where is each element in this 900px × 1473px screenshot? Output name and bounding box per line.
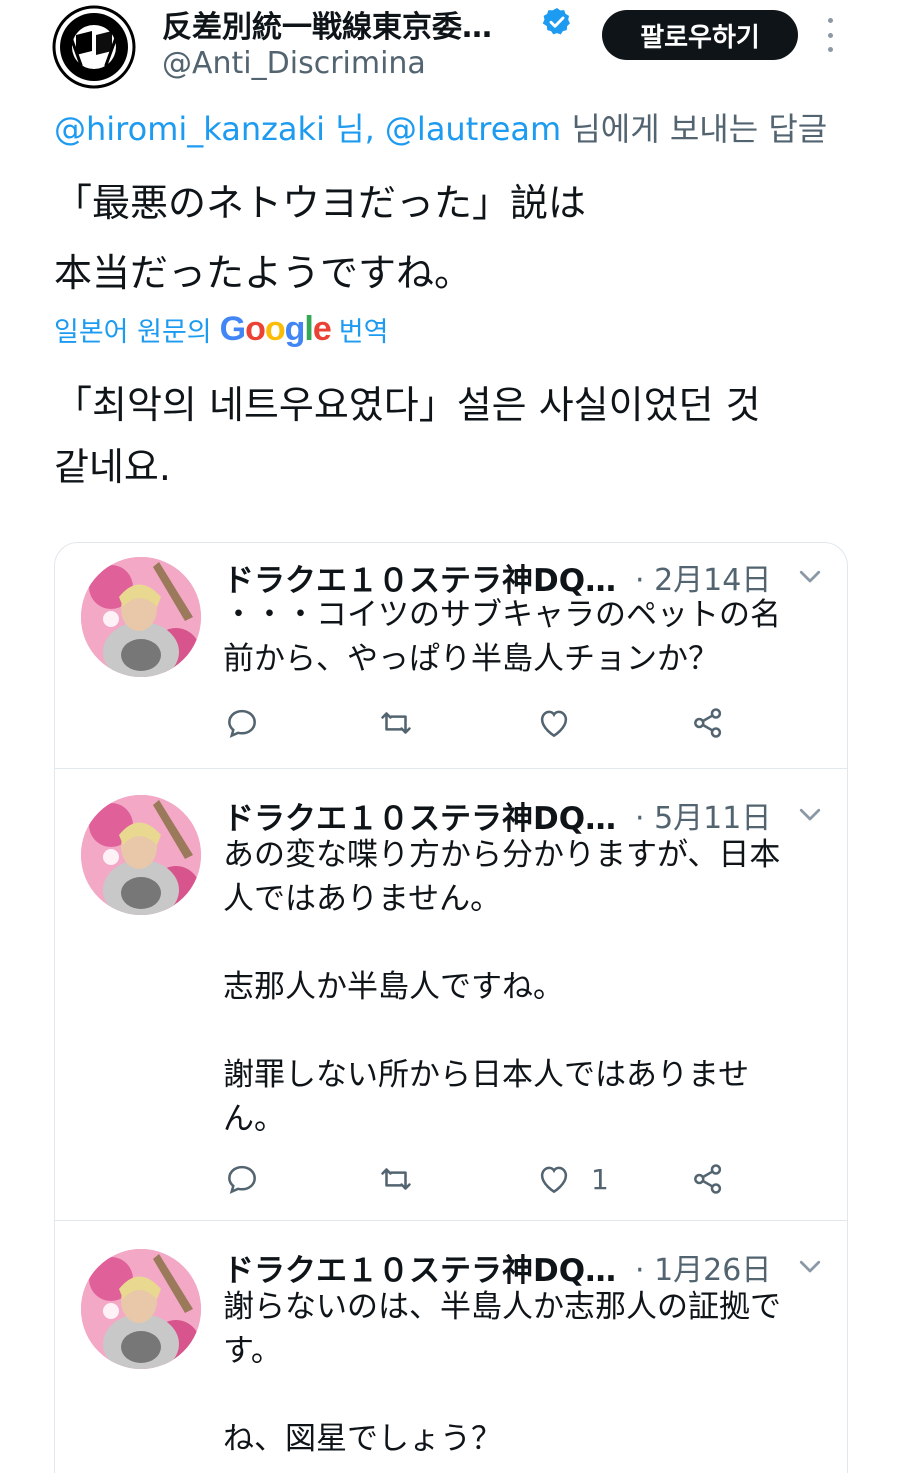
translated-line: 같네요. <box>54 445 171 489</box>
retweet-button[interactable] <box>377 1159 415 1199</box>
translated-body: 「최악의 네트우요였다」설은 사실이었던 것 같네요. <box>54 374 761 498</box>
translation-suffix: 번역 <box>338 317 389 348</box>
quoted-line: 謝罪しない所から日本人ではありませ <box>223 1057 750 1093</box>
like-icon <box>540 710 568 738</box>
like-button[interactable]: 1 <box>535 1159 609 1199</box>
reply-separator: 님, <box>324 110 385 148</box>
share-icon <box>694 1164 722 1194</box>
retweet-button[interactable] <box>377 703 415 743</box>
avatar[interactable] <box>81 557 201 677</box>
mention-link[interactable]: @lautream <box>385 110 561 148</box>
character-avatar-image <box>81 795 201 915</box>
antifa-flag-icon <box>52 5 136 89</box>
reply-icon <box>228 709 256 738</box>
quoted-line: 志那人か半島人ですね。 <box>223 969 564 1005</box>
action-bar <box>223 703 783 743</box>
reply-button[interactable] <box>223 703 261 743</box>
quoted-tweets-card: ドラクエ１０ステラ神DQ… · 2月14日 ・・・コイツのサブキャラのペットの名… <box>54 542 848 1473</box>
profile-avatar[interactable] <box>52 5 136 89</box>
avatar[interactable] <box>81 1249 201 1369</box>
retweet-icon <box>381 712 411 734</box>
quoted-tweet[interactable]: ドラクエ１０ステラ神DQ… · 1月26日 謝らないのは、半島人か志那人の証拠で… <box>55 1220 847 1473</box>
tweet-header: 反差別統一戦線東京委… @Anti_Discrimina 팔로우하기 <box>0 0 900 90</box>
chevron-down-icon[interactable] <box>795 1251 825 1281</box>
share-button[interactable] <box>689 1159 727 1199</box>
reply-button[interactable] <box>223 1159 261 1199</box>
like-icon <box>540 1166 568 1194</box>
avatar[interactable] <box>81 795 201 915</box>
quoted-author-name[interactable]: ドラクエ１０ステラ神DQ… <box>223 793 616 838</box>
quoted-line: 謝らないのは、半島人か志那人の証拠で <box>223 1289 781 1325</box>
translated-line: 「최악의 네트우요였다」설은 사실이었던 것 <box>54 383 761 427</box>
character-avatar-image <box>81 1249 201 1369</box>
quoted-text: あの変な喋り方から分かりますが、日本 人ではありません。 志那人か半島人ですね。… <box>223 833 823 1141</box>
quoted-line: あの変な喋り方から分かりますが、日本 <box>223 837 781 873</box>
display-name[interactable]: 反差別統一戦線東京委… <box>162 2 492 46</box>
quoted-line: す。 <box>223 1333 282 1369</box>
chevron-down-icon[interactable] <box>795 561 825 591</box>
quoted-line: 前から、やっぱり半島人チョンか？ <box>223 641 719 677</box>
retweet-icon <box>381 1168 411 1190</box>
follow-button[interactable]: 팔로우하기 <box>602 10 798 60</box>
character-avatar-image <box>81 557 201 677</box>
mention-link[interactable]: @hiromi_kanzaki <box>54 110 325 148</box>
quoted-line: ね、図星でしょう？ <box>223 1421 502 1457</box>
quoted-text: ・・・コイツのサブキャラのペットの名 前から、やっぱり半島人チョンか？ <box>223 593 823 681</box>
share-icon <box>694 708 722 738</box>
reply-context: @hiromi_kanzaki 님, @lautream 님에게 보내는 답글 <box>54 104 827 150</box>
reply-suffix: 님에게 보내는 답글 <box>561 110 828 148</box>
translation-attribution[interactable]: 일본어 원문의 Google 번역 <box>54 310 388 349</box>
quoted-date[interactable]: · 5月11日 <box>635 793 771 837</box>
quoted-date[interactable]: · 1月26日 <box>635 1245 771 1289</box>
translation-prefix: 일본어 원문의 <box>54 317 212 348</box>
reply-icon <box>228 1165 256 1194</box>
quoted-tweet[interactable]: ドラクエ１０ステラ神DQ… · 5月11日 あの変な喋り方から分かりますが、日本… <box>55 768 847 1220</box>
quoted-line: ・・・コイツのサブキャラのペットの名 <box>223 597 781 633</box>
quoted-line: ん。 <box>223 1101 285 1137</box>
google-logo: Google <box>219 310 332 348</box>
more-vertical-icon[interactable] <box>820 18 840 52</box>
tweet-body: 「最悪のネトウヨだった」説は 本当だったようですね。 <box>54 168 854 308</box>
like-button[interactable] <box>535 703 591 743</box>
quoted-author-name[interactable]: ドラクエ１０ステラ神DQ… <box>223 1245 616 1290</box>
tweet-line: 本当だったようですね。 <box>54 251 473 295</box>
tweet-line: 「最悪のネトウヨだった」説は <box>54 181 587 225</box>
like-count: 1 <box>591 1162 609 1196</box>
quoted-text: 謝らないのは、半島人か志那人の証拠で す。 ね、図星でしょう？ <box>223 1285 823 1461</box>
quoted-tweet[interactable]: ドラクエ１０ステラ神DQ… · 2月14日 ・・・コイツのサブキャラのペットの名… <box>55 543 847 768</box>
user-handle[interactable]: @Anti_Discrimina <box>162 46 426 81</box>
chevron-down-icon[interactable] <box>795 799 825 829</box>
quoted-line: 人ではありません。 <box>223 881 502 917</box>
verified-badge-icon <box>542 8 570 35</box>
action-bar: 1 <box>223 1159 783 1199</box>
share-button[interactable] <box>689 703 727 743</box>
